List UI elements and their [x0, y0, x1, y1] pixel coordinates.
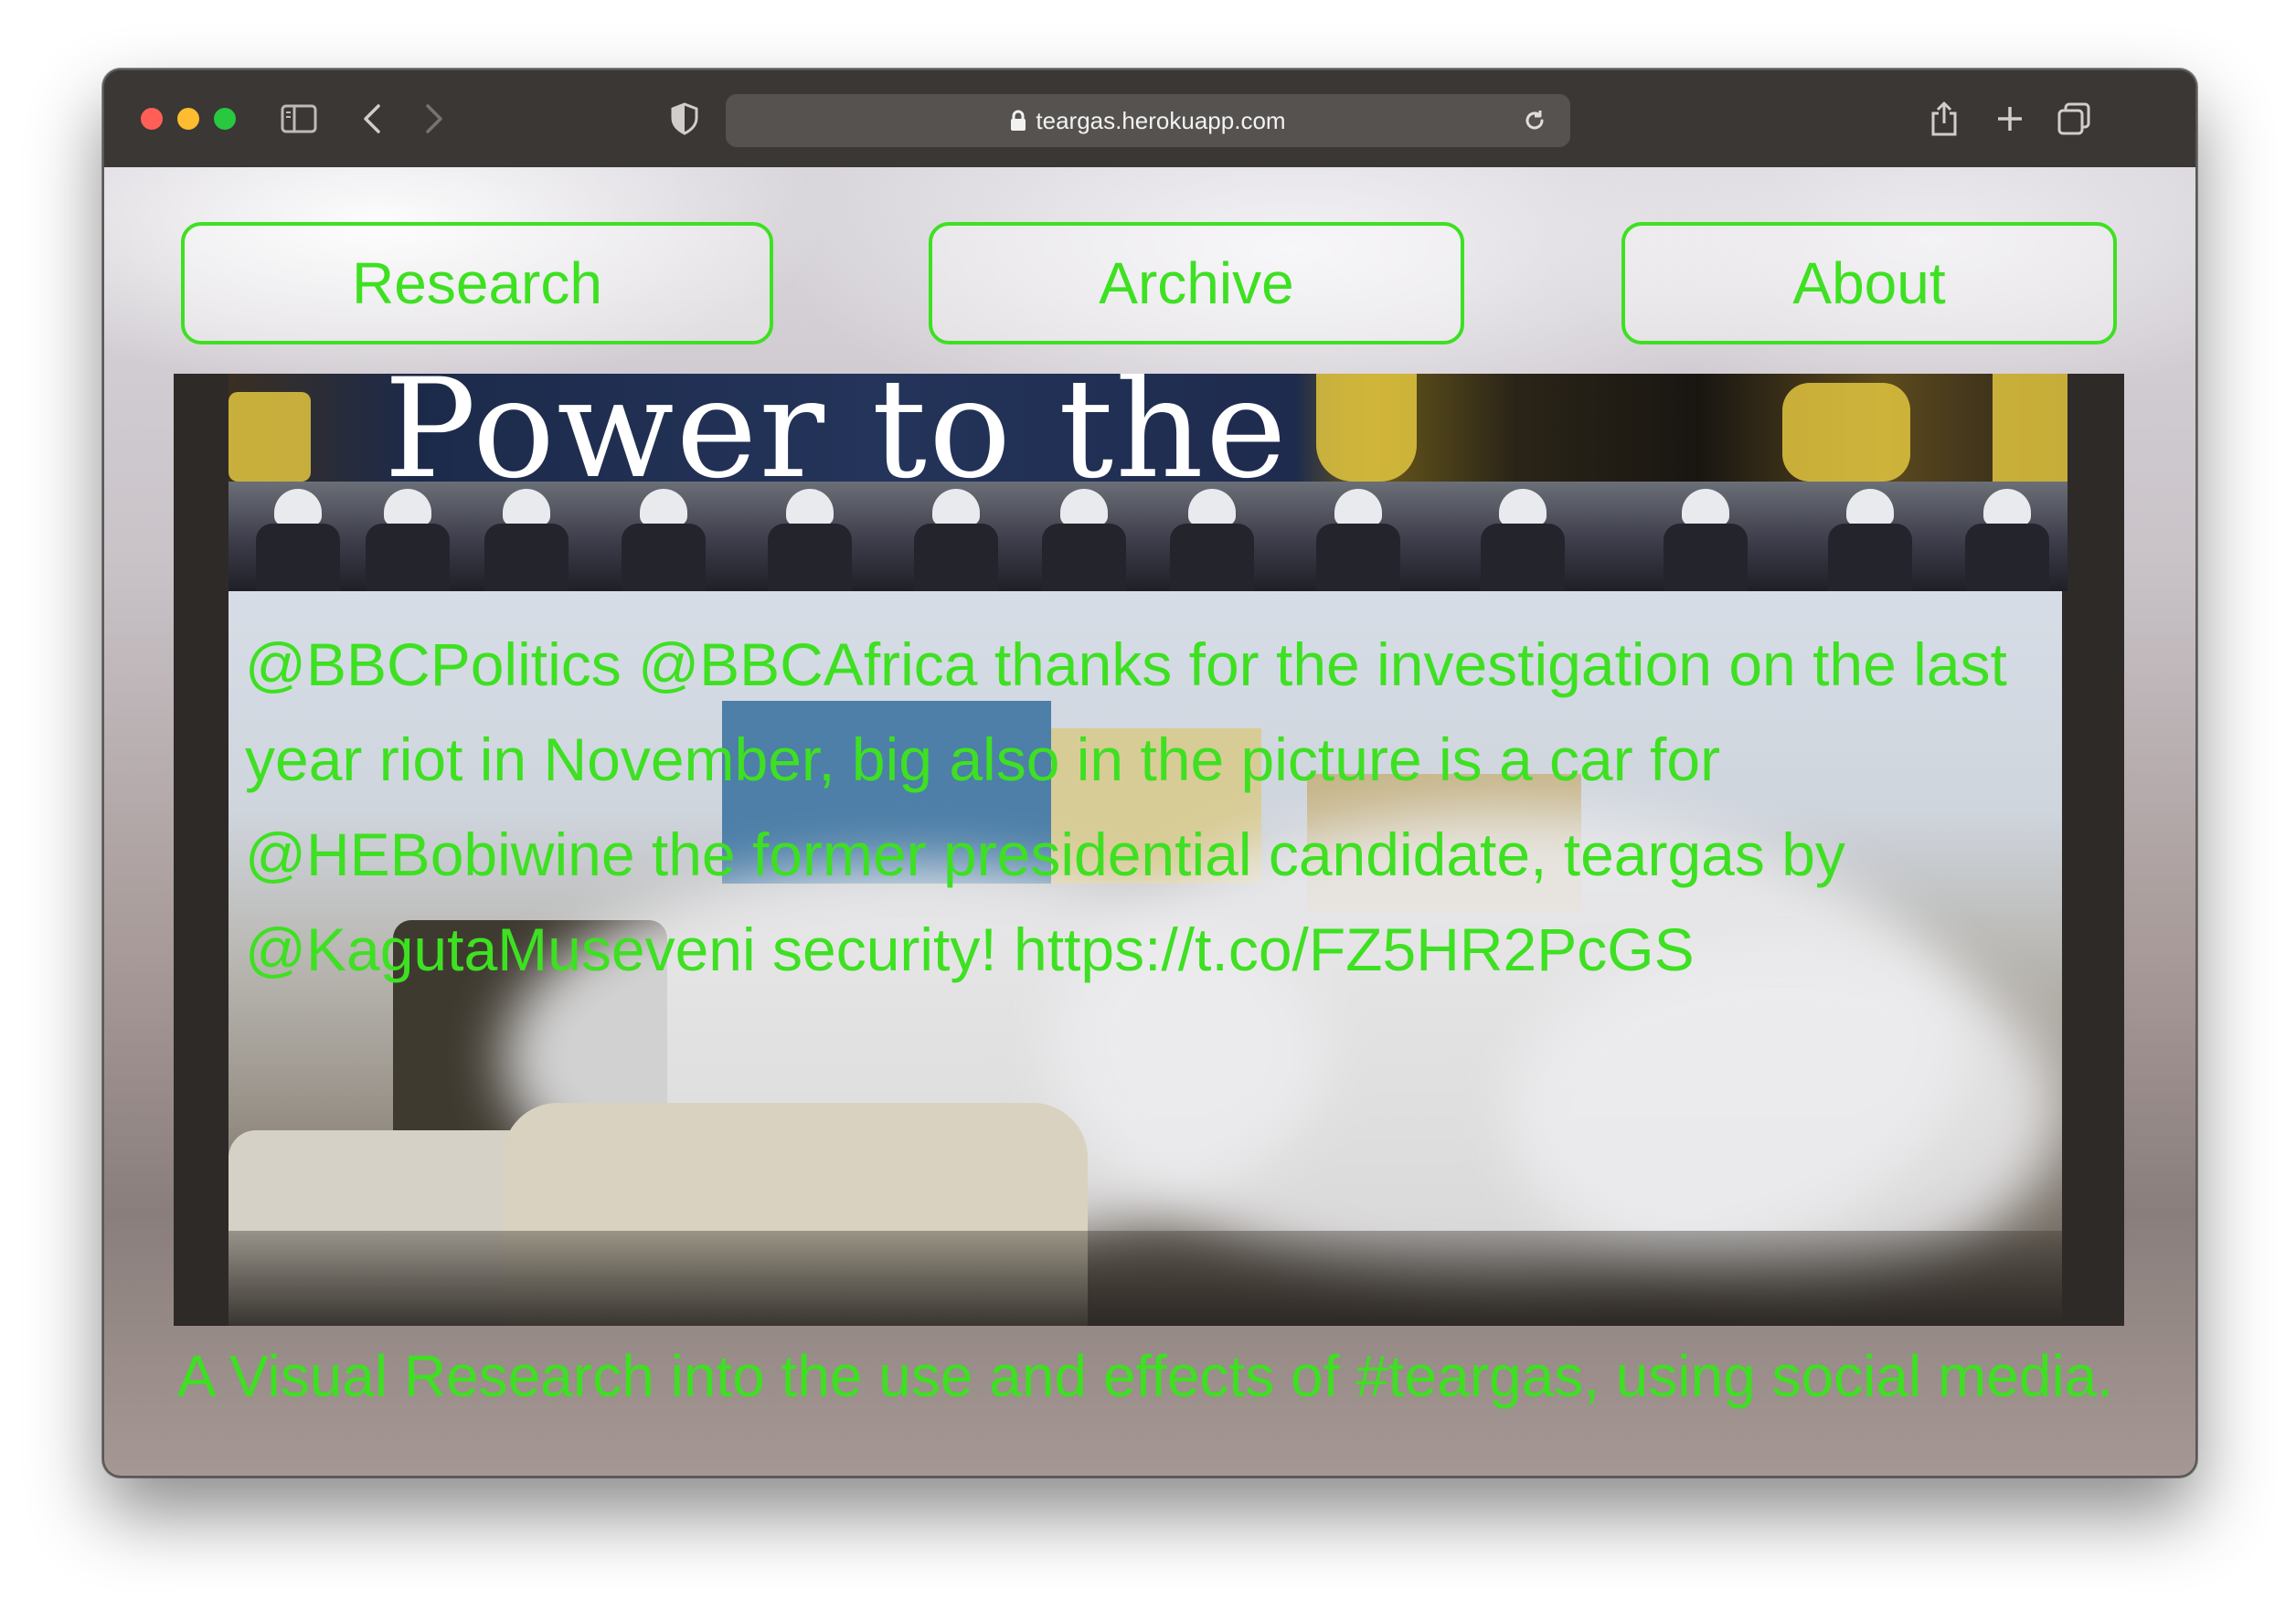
image-collage: Power to the @BBCPolitics @BBCAfrica tha… [174, 374, 2124, 1326]
reload-icon[interactable] [1514, 100, 1556, 142]
close-window-button[interactable] [141, 108, 163, 130]
shield-icon[interactable] [664, 98, 706, 140]
riot-police-image [229, 482, 2067, 591]
tabs-overview-icon[interactable] [2053, 98, 2095, 140]
address-bar[interactable]: teargas.herokuapp.com [726, 94, 1570, 147]
banner-text: Power to the [384, 374, 1289, 482]
minimize-window-button[interactable] [177, 108, 199, 130]
browser-toolbar: teargas.herokuapp.com [104, 70, 2195, 168]
share-icon[interactable] [1923, 98, 1965, 140]
page-content: Research Archive About Power to the @BBC… [104, 167, 2195, 1476]
back-icon[interactable] [351, 98, 393, 140]
sidebar-icon[interactable] [278, 98, 320, 140]
url-text: teargas.herokuapp.com [1036, 106, 1286, 134]
lock-icon [1010, 110, 1026, 132]
site-tagline: A Visual Research into the use and effec… [177, 1343, 2114, 1409]
browser-window: teargas.herokuapp.com Research Archive A… [102, 69, 2197, 1478]
new-tab-icon[interactable] [1989, 98, 2031, 140]
teargas-street-image: @BBCPolitics @BBCAfrica thanks for the i… [229, 591, 2062, 1326]
research-button[interactable]: Research [181, 222, 773, 344]
forward-icon[interactable] [413, 98, 455, 140]
tweet-text: @BBCPolitics @BBCAfrica thanks for the i… [245, 630, 2007, 983]
archive-button[interactable]: Archive [929, 222, 1464, 344]
zoom-window-button[interactable] [214, 108, 236, 130]
protest-banner-image: Power to the [229, 374, 2067, 482]
about-button[interactable]: About [1621, 222, 2117, 344]
